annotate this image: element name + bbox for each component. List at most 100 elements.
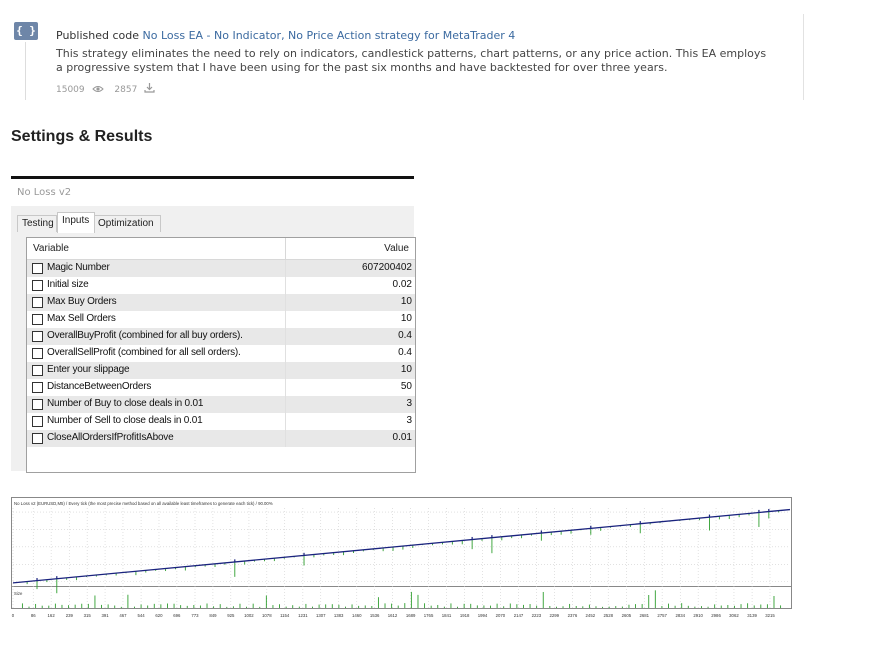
code-link[interactable]: No Loss EA - No Indicator, No Price Acti… bbox=[142, 29, 515, 42]
row-value[interactable]: 3 bbox=[406, 415, 412, 426]
input-row[interactable]: Initial size 0.02 bbox=[27, 277, 415, 294]
x-tick-label: 1994 bbox=[478, 613, 488, 618]
input-row[interactable]: DistanceBetweenOrders 50 bbox=[27, 379, 415, 396]
tab-testing[interactable]: Testing bbox=[17, 215, 57, 232]
header-separator bbox=[285, 238, 286, 259]
inputs-grid: Variable Value Magic Number 607200402 Init… bbox=[26, 237, 416, 473]
input-row[interactable]: Max Buy Orders 10 bbox=[27, 294, 415, 311]
x-tick-label: 1383 bbox=[334, 613, 344, 618]
x-tick-label: 3139 bbox=[747, 613, 757, 618]
x-tick-label: 86 bbox=[31, 613, 36, 618]
x-tick-label: 2681 bbox=[639, 613, 649, 618]
row-name: Enter your slippage bbox=[47, 364, 130, 375]
row-value[interactable]: 3 bbox=[406, 398, 412, 409]
row-checkbox[interactable] bbox=[32, 263, 43, 274]
row-checkbox[interactable] bbox=[32, 416, 43, 427]
feed-title: Published code No Loss EA - No Indicator… bbox=[56, 29, 515, 42]
input-row[interactable]: Number of Buy to close deals in 0.01 3 bbox=[27, 396, 415, 413]
row-name: Magic Number bbox=[47, 262, 110, 273]
panel-top-bar bbox=[11, 176, 414, 179]
x-tick-label: 2070 bbox=[496, 613, 506, 618]
chart-frame bbox=[11, 497, 792, 609]
input-row[interactable]: Number of Sell to close deals in 0.01 3 bbox=[27, 413, 415, 430]
x-tick-label: 2376 bbox=[568, 613, 578, 618]
input-row[interactable]: Enter your slippage 10 bbox=[27, 362, 415, 379]
row-checkbox[interactable] bbox=[32, 365, 43, 376]
x-tick-label: 2299 bbox=[550, 613, 560, 618]
row-checkbox[interactable] bbox=[32, 399, 43, 410]
row-checkbox[interactable] bbox=[32, 331, 43, 342]
row-separator bbox=[285, 311, 286, 328]
eye-icon bbox=[91, 86, 104, 92]
row-value[interactable]: 0.01 bbox=[393, 432, 412, 443]
row-name: DistanceBetweenOrders bbox=[47, 381, 152, 392]
download-icon bbox=[144, 83, 155, 93]
row-value[interactable]: 10 bbox=[401, 364, 412, 375]
input-row[interactable]: CloseAllOrdersIfProfitIsAbove 0.01 bbox=[27, 430, 415, 447]
row-value[interactable]: 50 bbox=[401, 381, 412, 392]
x-tick-label: 162 bbox=[48, 613, 56, 618]
row-name: Number of Buy to close deals in 0.01 bbox=[47, 398, 204, 409]
row-name: Max Buy Orders bbox=[47, 296, 117, 307]
row-name: CloseAllOrdersIfProfitIsAbove bbox=[47, 432, 174, 443]
row-checkbox[interactable] bbox=[32, 280, 43, 291]
input-row[interactable]: Magic Number 607200402 bbox=[27, 260, 415, 277]
value-header: Value bbox=[384, 243, 409, 254]
x-tick-label: 467 bbox=[119, 613, 127, 618]
row-value[interactable]: 0.4 bbox=[398, 330, 412, 341]
panel-caption: No Loss v2 bbox=[17, 187, 72, 198]
row-name: Max Sell Orders bbox=[47, 313, 116, 324]
row-checkbox[interactable] bbox=[32, 314, 43, 325]
row-name: Number of Sell to close deals in 0.01 bbox=[47, 415, 203, 426]
row-separator bbox=[285, 294, 286, 311]
row-separator bbox=[285, 430, 286, 447]
downloads-count: 2857 bbox=[114, 85, 138, 95]
row-value[interactable]: 10 bbox=[401, 313, 412, 324]
row-checkbox[interactable] bbox=[32, 348, 43, 359]
x-tick-label: 1078 bbox=[262, 613, 272, 618]
row-value[interactable]: 0.4 bbox=[398, 347, 412, 358]
tab-inputs[interactable]: Inputs bbox=[57, 212, 95, 233]
row-separator bbox=[285, 328, 286, 345]
x-tick-label: 2452 bbox=[586, 613, 596, 618]
grid-header: Variable Value bbox=[27, 238, 415, 260]
variable-header: Variable bbox=[33, 243, 69, 254]
row-checkbox[interactable] bbox=[32, 382, 43, 393]
x-tick-label: 2605 bbox=[622, 613, 632, 618]
x-tick-label: 1918 bbox=[460, 613, 470, 618]
input-row[interactable]: Max Sell Orders 10 bbox=[27, 311, 415, 328]
x-tick-label: 3215 bbox=[765, 613, 775, 618]
tester-panel: Testing Inputs Optimization Variable Val… bbox=[11, 206, 416, 473]
row-separator bbox=[285, 362, 286, 379]
section-title: Settings & Results bbox=[11, 128, 153, 145]
size-label: Size bbox=[14, 591, 23, 596]
views-count: 15009 bbox=[56, 85, 85, 95]
x-tick-label: 2910 bbox=[693, 613, 703, 618]
chart-title: No Loss v2 (EURUSD,M5) / Every tick (the… bbox=[14, 501, 273, 506]
x-tick-label: 0 bbox=[12, 613, 15, 618]
x-tick-label: 1612 bbox=[388, 613, 398, 618]
row-checkbox[interactable] bbox=[32, 297, 43, 308]
input-row[interactable]: OverallBuyProfit (combined for all buy o… bbox=[27, 328, 415, 345]
x-tick-label: 2223 bbox=[532, 613, 542, 618]
x-tick-label: 2147 bbox=[514, 613, 524, 618]
row-value[interactable]: 0.02 bbox=[393, 279, 412, 290]
x-tick-label: 1765 bbox=[424, 613, 434, 618]
x-tick-label: 1689 bbox=[406, 613, 416, 618]
tab-optimization[interactable]: Optimization bbox=[93, 215, 161, 232]
row-checkbox[interactable] bbox=[32, 433, 43, 444]
code-icon: { } bbox=[14, 22, 38, 40]
feed-description: This strategy eliminates the need to rel… bbox=[56, 47, 767, 74]
input-row[interactable]: OverallSellProfit (combined for all sell… bbox=[27, 345, 415, 362]
x-tick-label: 2528 bbox=[603, 613, 613, 618]
row-value[interactable]: 10 bbox=[401, 296, 412, 307]
x-tick-label: 925 bbox=[227, 613, 235, 618]
row-name: OverallBuyProfit (combined for all buy o… bbox=[47, 330, 243, 341]
x-tick-label: 1460 bbox=[352, 613, 362, 618]
x-tick-label: 315 bbox=[84, 613, 92, 618]
row-separator bbox=[285, 379, 286, 396]
x-tick-label: 1154 bbox=[280, 613, 290, 618]
x-tick-label: 849 bbox=[209, 613, 217, 618]
row-value[interactable]: 607200402 bbox=[362, 262, 412, 273]
row-name: Initial size bbox=[47, 279, 89, 290]
